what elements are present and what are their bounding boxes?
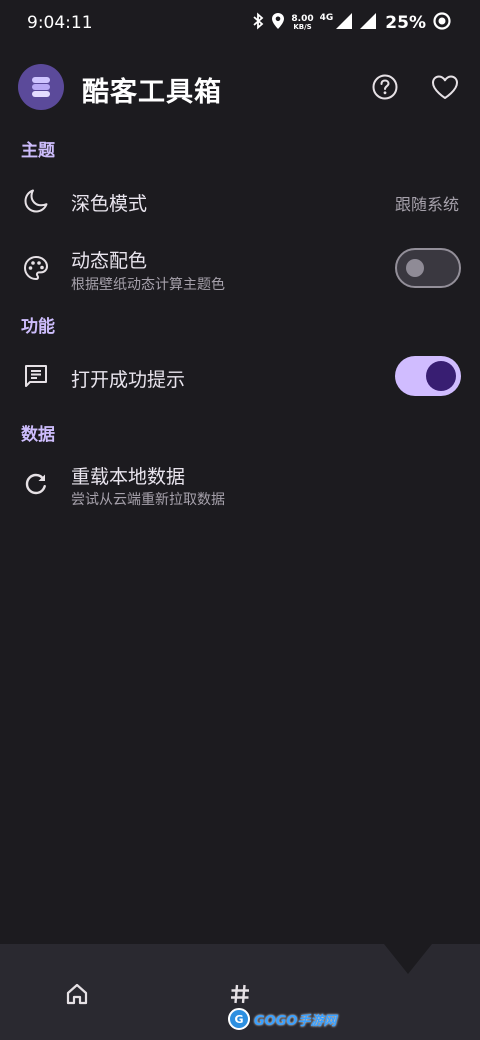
- nav-home-button[interactable]: [57, 974, 97, 1014]
- watermark-logo-icon: G: [228, 1008, 250, 1030]
- dynamic-color-switch[interactable]: [395, 248, 461, 288]
- moon-icon: [20, 185, 52, 217]
- dynamic-color-setting[interactable]: 动态配色 根据壁纸动态计算主题色: [0, 240, 480, 298]
- section-header-data: 数据: [21, 425, 55, 445]
- battery-saver-icon: [432, 11, 452, 35]
- dynamic-color-title: 动态配色: [71, 250, 148, 272]
- status-bar: 9:04:11 8.00 KB/S 4G 25%: [0, 0, 480, 46]
- status-icons: 8.00 KB/S 4G 25%: [251, 10, 452, 36]
- reload-data-setting[interactable]: 重载本地数据 尝试从云端重新拉取数据: [0, 456, 480, 514]
- refresh-icon: [20, 468, 52, 500]
- switch-knob: [426, 361, 456, 391]
- section-header-theme: 主题: [21, 141, 55, 161]
- message-icon: [20, 360, 52, 392]
- network-speed: 8.00 KB/S: [291, 14, 314, 32]
- switch-knob: [406, 259, 424, 277]
- nav-notch: [384, 944, 432, 974]
- help-button[interactable]: [368, 70, 402, 104]
- help-icon: [372, 74, 398, 100]
- dynamic-color-subtitle: 根据壁纸动态计算主题色: [71, 277, 225, 293]
- home-icon: [66, 983, 88, 1005]
- speed-value: 8.00: [291, 14, 314, 24]
- reload-data-title: 重载本地数据: [71, 466, 186, 488]
- reload-data-subtitle: 尝试从云端重新拉取数据: [71, 492, 225, 508]
- signal-icon: [335, 12, 353, 34]
- dark-mode-setting[interactable]: 深色模式 跟随系统: [0, 172, 480, 230]
- hash-icon: [231, 984, 249, 1004]
- dark-mode-title: 深色模式: [71, 193, 148, 215]
- speed-unit: KB/S: [293, 23, 312, 31]
- network-type: 4G: [319, 13, 334, 23]
- watermark: G GOGO手游网: [228, 1008, 336, 1030]
- app-title: 酷客工具箱: [82, 77, 222, 108]
- location-icon: [271, 12, 285, 34]
- open-success-tip-title: 打开成功提示: [71, 369, 186, 391]
- signal-icon-2: [359, 12, 377, 34]
- app-bar: 酷客工具箱: [0, 62, 480, 112]
- favorite-button[interactable]: [428, 70, 462, 104]
- app-logo: [18, 64, 64, 110]
- settings-screen: 9:04:11 8.00 KB/S 4G 25% 酷客工具箱 主题 深色模式 跟…: [0, 0, 480, 1040]
- status-time: 9:04:11: [27, 13, 93, 33]
- bluetooth-icon: [251, 12, 265, 34]
- stack-icon: [32, 77, 50, 97]
- dark-mode-value: 跟随系统: [394, 195, 459, 214]
- watermark-text: GOGO手游网: [254, 1013, 337, 1029]
- open-success-tip-setting[interactable]: 打开成功提示: [0, 348, 480, 406]
- section-header-features: 功能: [21, 317, 55, 337]
- palette-icon: [20, 252, 52, 284]
- heart-icon: [432, 75, 458, 99]
- open-success-tip-switch[interactable]: [395, 356, 461, 396]
- battery-percent: 25%: [385, 13, 426, 33]
